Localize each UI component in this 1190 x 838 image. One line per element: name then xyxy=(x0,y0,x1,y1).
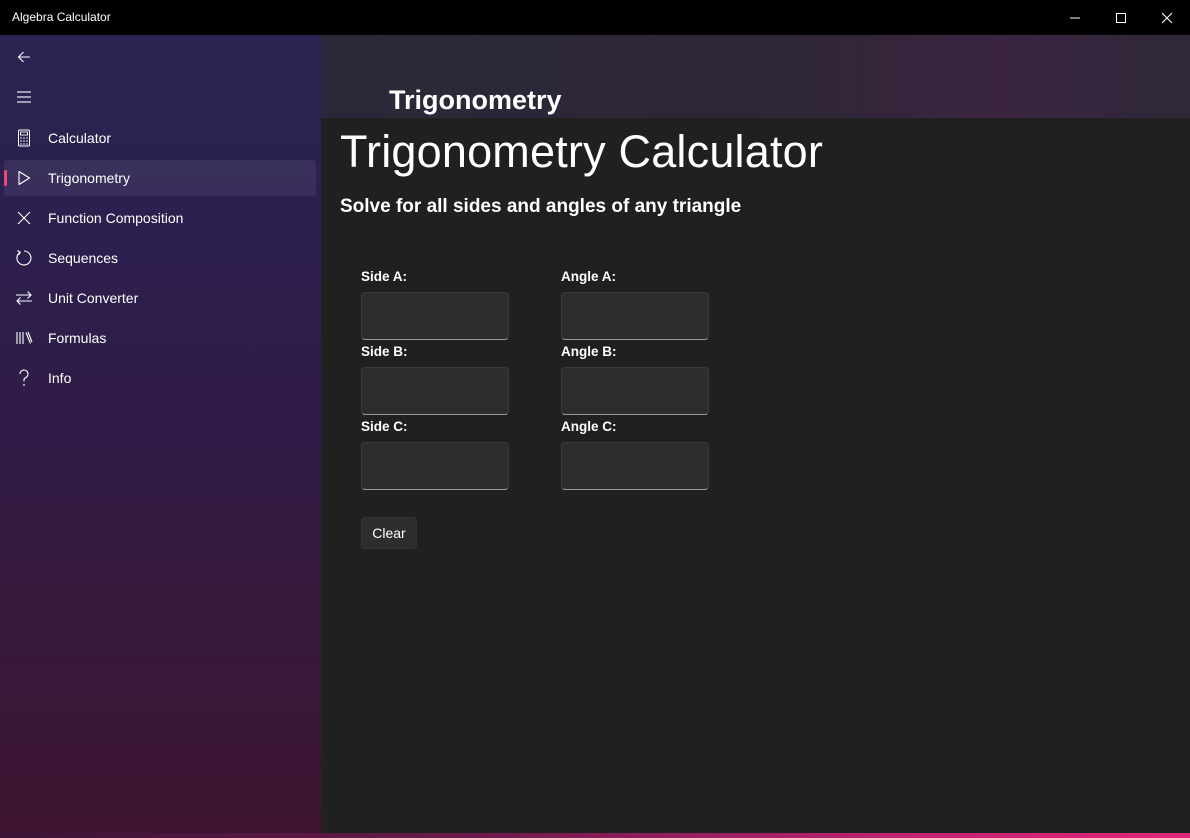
close-button[interactable] xyxy=(1144,0,1190,35)
nav-item-sequences[interactable]: Sequences xyxy=(4,240,316,276)
maximize-button[interactable] xyxy=(1098,0,1144,35)
selection-indicator xyxy=(4,170,7,186)
question-icon xyxy=(14,368,34,388)
x-icon xyxy=(14,208,34,228)
nav-item-trigonometry[interactable]: Trigonometry xyxy=(4,160,316,196)
nav-label-sequences: Sequences xyxy=(48,250,119,266)
page-subtitle: Solve for all sides and angles of any tr… xyxy=(340,196,742,217)
maximize-icon xyxy=(1116,12,1126,23)
clear-button[interactable]: Clear xyxy=(361,517,417,549)
nav-label-unit-converter: Unit Converter xyxy=(48,290,139,306)
close-icon xyxy=(1161,12,1173,23)
nav-item-formulas[interactable]: Formulas xyxy=(4,320,316,356)
angle-b-label: Angle B: xyxy=(561,344,617,359)
angle-a-label: Angle A: xyxy=(561,269,616,284)
side-a-input[interactable] xyxy=(361,292,509,340)
angle-b-input[interactable] xyxy=(561,367,709,415)
nav-item-info[interactable]: Info xyxy=(4,360,316,396)
side-b-label: Side B: xyxy=(361,344,408,359)
minimize-icon xyxy=(1070,17,1080,18)
bottom-accent-bar xyxy=(0,833,1190,838)
header-title: Trigonometry xyxy=(389,85,562,115)
nav-item-unit-converter[interactable]: Unit Converter xyxy=(4,280,316,316)
calculator-icon xyxy=(14,128,34,148)
app-title: Algebra Calculator xyxy=(12,10,111,24)
hamburger-icon xyxy=(17,91,31,103)
nav-label-info: Info xyxy=(48,370,72,386)
back-arrow-icon xyxy=(17,51,30,63)
menu-toggle-button[interactable] xyxy=(4,79,44,115)
content-header: Trigonometry xyxy=(321,35,1190,118)
side-c-input[interactable] xyxy=(361,442,509,490)
nav-label-trigonometry: Trigonometry xyxy=(48,170,130,186)
navigation-pane: Calculator Trigonometry Function Composi… xyxy=(0,35,321,833)
swap-arrows-icon xyxy=(14,288,34,308)
nav-item-function-composition[interactable]: Function Composition xyxy=(4,200,316,236)
angle-a-input[interactable] xyxy=(561,292,709,340)
side-a-label: Side A: xyxy=(361,269,408,284)
nav-item-calculator[interactable]: Calculator xyxy=(4,120,316,156)
library-icon xyxy=(14,328,34,348)
page-title: Trigonometry Calculator xyxy=(340,126,824,177)
title-bar: Algebra Calculator xyxy=(0,0,1190,35)
side-b-input[interactable] xyxy=(361,367,509,415)
triangle-play-icon xyxy=(14,168,34,188)
angle-c-label: Angle C: xyxy=(561,419,617,434)
nav-label-function-composition: Function Composition xyxy=(48,210,184,226)
refresh-icon xyxy=(14,248,34,268)
main-content: Trigonometry Calculator Solve for all si… xyxy=(321,118,1190,833)
nav-label-calculator: Calculator xyxy=(48,130,112,146)
back-button[interactable] xyxy=(4,39,44,75)
side-c-label: Side C: xyxy=(361,419,408,434)
angle-c-input[interactable] xyxy=(561,442,709,490)
nav-label-formulas: Formulas xyxy=(48,330,107,346)
minimize-button[interactable] xyxy=(1052,0,1098,35)
